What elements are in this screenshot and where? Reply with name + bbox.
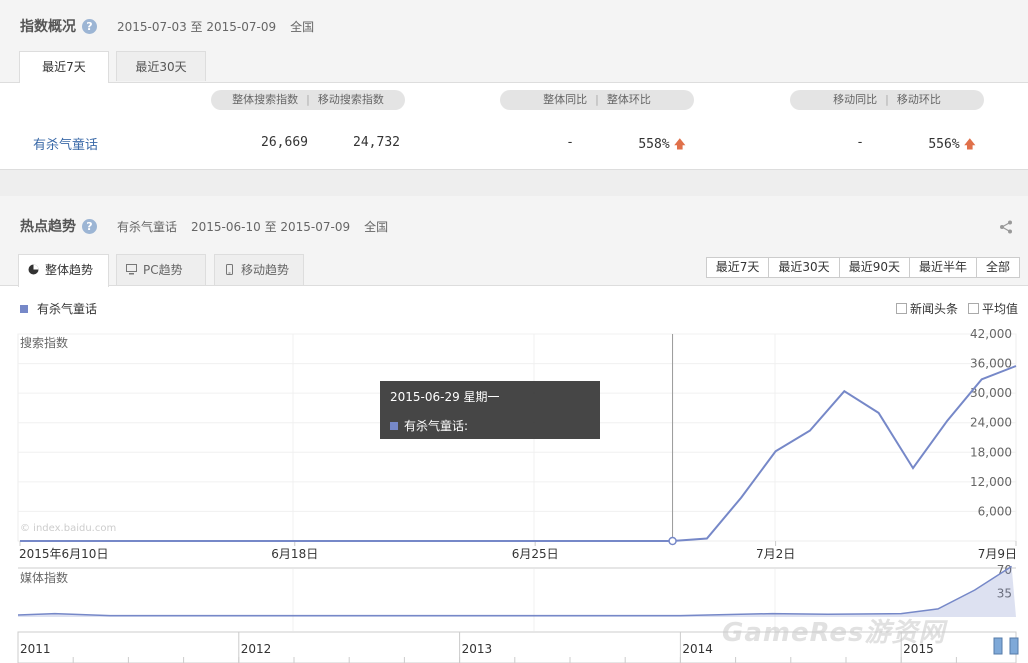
x-tick-label: 6月18日	[271, 547, 318, 561]
chart-tooltip: 2015-06-29 星期一 有杀气童话:	[380, 381, 600, 439]
navigator-year-label: 2013	[462, 642, 493, 656]
hover-point	[668, 536, 677, 546]
y-tick-label: 42,000	[970, 327, 1012, 341]
navigator-year-label: 2012	[241, 642, 272, 656]
navigator-year-label: 2011	[20, 642, 51, 656]
baidu-index-page: 指数概况 ? 2015-07-03 至 2015-07-09 全国 最近7天 最…	[0, 0, 1028, 663]
y-tick-label: 12,000	[970, 475, 1012, 489]
media-axis-label: 媒体指数	[20, 570, 68, 585]
y-tick-label: 24,000	[970, 416, 1012, 430]
search-index-chart: 6,000 12,000 18,000 24,000 30,000 36,000 42,00…	[17, 327, 1017, 561]
y-tick-label: 18,000	[970, 445, 1012, 459]
navigator-year-label: 2014	[682, 642, 713, 656]
tooltip-date: 2015-06-29 星期一	[390, 390, 500, 404]
media-line	[17, 565, 1013, 617]
x-tick-label: 7月9日	[978, 547, 1017, 561]
y-tick-label: 6,000	[978, 504, 1012, 518]
chart-watermark: © index.baidu.com	[20, 523, 116, 534]
x-tick-label: 7月2日	[756, 547, 795, 561]
trend-charts: 6,000 12,000 18,000 24,000 30,000 36,000 42,00…	[17, 327, 1019, 663]
navigator-handle	[993, 637, 1003, 655]
x-tick-label: 2015年6月10日	[19, 547, 108, 561]
x-tick-label: 6月25日	[512, 547, 559, 561]
tab-overall-trend[interactable]: 整体趋势	[18, 254, 109, 287]
tooltip-series: 有杀气童话:	[390, 417, 468, 434]
y-tick-label: 36,000	[970, 357, 1012, 371]
y-tick-label: 30,000	[970, 386, 1012, 400]
media-area	[18, 566, 1016, 617]
tab-recent-7-days[interactable]: 最近7天	[19, 51, 109, 83]
y-axis-label: 搜索指数	[20, 335, 68, 350]
pie-icon	[28, 264, 39, 275]
navigator-handle	[1009, 637, 1019, 655]
site-watermark: GameRes游资网	[722, 618, 946, 648]
